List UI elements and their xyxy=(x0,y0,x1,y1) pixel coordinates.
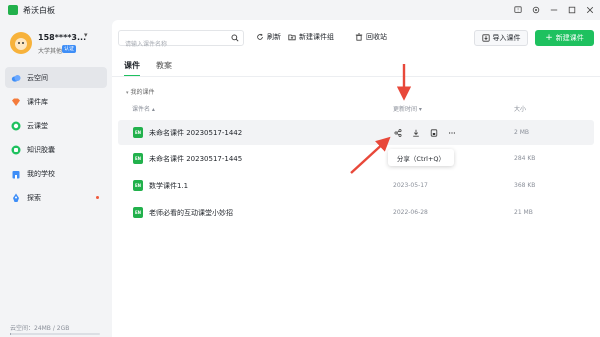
new-group-button[interactable]: 新建课件组 xyxy=(288,32,334,42)
more-icon[interactable] xyxy=(446,127,457,138)
file-name[interactable]: 老师必看的互动课堂小妙招 xyxy=(149,208,233,218)
file-icon: EN xyxy=(133,207,143,218)
download-icon[interactable] xyxy=(410,127,421,138)
close-icon[interactable] xyxy=(584,4,596,16)
search-box[interactable] xyxy=(118,30,244,52)
new-courseware-label: 新建课件 xyxy=(555,34,584,42)
file-name[interactable]: 数学课件1.1 xyxy=(149,181,188,191)
file-icon: EN xyxy=(133,127,143,138)
folder-plus-icon xyxy=(288,34,296,41)
refresh-icon xyxy=(257,33,263,40)
search-icon[interactable] xyxy=(231,34,239,42)
file-size: 21 MB xyxy=(514,209,533,216)
table-row[interactable]: EN 未命名课件 20230517-1442 2 MB xyxy=(118,120,594,145)
refresh-button[interactable]: 刷新 xyxy=(256,32,281,42)
recycle-bin-button[interactable]: 回收站 xyxy=(355,32,387,42)
recycle-bin-label: 回收站 xyxy=(366,33,387,41)
svg-text:!: ! xyxy=(517,8,519,13)
sidebar-item-courseware-library[interactable]: 课件库 xyxy=(5,91,107,112)
feedback-icon[interactable]: ! xyxy=(512,4,524,16)
tabs-divider xyxy=(112,76,600,77)
tab-courseware[interactable]: 课件 xyxy=(124,60,140,77)
column-header-name[interactable]: 课件名 ▴ xyxy=(132,104,155,113)
sidebar-item-cloud-classroom[interactable]: 云课堂 xyxy=(5,115,107,136)
plus-icon: + xyxy=(545,33,553,43)
sidebar-item-cloud-space[interactable]: 云空间 xyxy=(5,67,107,88)
storage-usage: 云空间：24MB / 2GB xyxy=(10,325,70,332)
sidebar: 158****3... ▾ 大学其他 认证 云空间 课件库 云课堂 知识胶囊 我… xyxy=(0,20,112,337)
import-label: 导入课件 xyxy=(492,34,521,42)
rocket-icon xyxy=(11,193,21,203)
new-courseware-button[interactable]: + 新建课件 xyxy=(535,30,594,46)
user-role: 大学其他 xyxy=(38,48,63,55)
share-tooltip: 分享（Ctrl+Q） xyxy=(388,149,454,166)
chevron-down-icon[interactable]: ▾ xyxy=(84,31,88,39)
avatar[interactable] xyxy=(10,32,32,54)
file-size: 2 MB xyxy=(514,129,530,136)
table-row[interactable]: EN 数学课件1.1 2023-05-17 368 KB xyxy=(118,173,594,198)
notification-dot xyxy=(96,196,99,199)
file-time: 2023-05-17 xyxy=(393,182,428,189)
file-time: 2022-06-28 xyxy=(393,209,428,216)
sidebar-item-label: 云空间 xyxy=(27,73,48,82)
storage-bar xyxy=(10,333,100,335)
sidebar-item-label: 我的学校 xyxy=(27,169,55,178)
column-header-time[interactable]: 更新时间 ▾ xyxy=(393,104,422,113)
table-row[interactable]: EN 老师必看的互动课堂小妙招 2022-06-28 21 MB xyxy=(118,200,594,225)
minimize-icon[interactable] xyxy=(548,4,560,16)
search-input[interactable] xyxy=(119,37,225,52)
app-window: 希沃白板 ! 158****3... ▾ 大学其他 认证 云空间 课件库 云课堂… xyxy=(0,0,600,337)
capsule-icon xyxy=(11,145,21,155)
new-group-label: 新建课件组 xyxy=(299,33,334,41)
sidebar-item-knowledge-capsule[interactable]: 知识胶囊 xyxy=(5,139,107,160)
sidebar-item-explore[interactable]: 探索 xyxy=(5,187,107,208)
storage-fill xyxy=(10,333,12,335)
title-bar: 希沃白板 ! xyxy=(0,0,600,20)
breadcrumb[interactable]: ▾ 我的课件 xyxy=(126,87,155,96)
refresh-label: 刷新 xyxy=(267,33,281,41)
main-panel: 刷新 新建课件组 回收站 导入课件 + 新建课件 课件 教案 ▾ xyxy=(112,20,600,337)
gem-icon xyxy=(11,97,21,107)
app-title: 希沃白板 xyxy=(23,5,55,15)
table-row[interactable]: EN 未命名课件 20230517-1445 284 KB xyxy=(118,146,594,171)
present-icon[interactable] xyxy=(428,127,439,138)
sidebar-item-my-school[interactable]: 我的学校 xyxy=(5,163,107,184)
file-icon: EN xyxy=(133,180,143,191)
settings-icon[interactable] xyxy=(530,4,542,16)
import-button[interactable]: 导入课件 xyxy=(474,30,528,46)
user-name[interactable]: 158****3... xyxy=(38,33,86,42)
verified-badge: 认证 xyxy=(62,45,77,53)
play-circle-icon xyxy=(11,121,21,131)
sidebar-item-label: 探索 xyxy=(27,193,41,202)
sidebar-item-label: 云课堂 xyxy=(27,121,48,130)
file-size: 368 KB xyxy=(514,182,536,189)
trash-icon xyxy=(355,33,363,41)
file-name[interactable]: 未命名课件 20230517-1442 xyxy=(149,128,242,138)
tab-lesson-plans[interactable]: 教案 xyxy=(156,60,172,77)
file-size: 284 KB xyxy=(514,155,536,162)
file-icon: EN xyxy=(133,153,143,164)
breadcrumb-label: 我的课件 xyxy=(130,89,155,96)
cloud-icon xyxy=(11,73,21,83)
file-name[interactable]: 未命名课件 20230517-1445 xyxy=(149,154,242,164)
toolbar: 刷新 新建课件组 回收站 导入课件 + 新建课件 xyxy=(112,20,600,54)
tabs: 课件 教案 xyxy=(124,60,188,77)
school-icon xyxy=(11,169,21,179)
sidebar-item-label: 课件库 xyxy=(27,97,48,106)
sidebar-item-label: 知识胶囊 xyxy=(27,145,55,154)
chevron-down-icon: ▾ xyxy=(126,90,129,96)
app-logo-icon xyxy=(8,5,18,15)
maximize-icon[interactable] xyxy=(566,4,578,16)
import-icon xyxy=(481,34,490,42)
share-icon[interactable] xyxy=(392,127,403,138)
sidebar-nav: 云空间 课件库 云课堂 知识胶囊 我的学校 探索 xyxy=(5,67,107,211)
column-header-size: 大小 xyxy=(514,106,527,113)
